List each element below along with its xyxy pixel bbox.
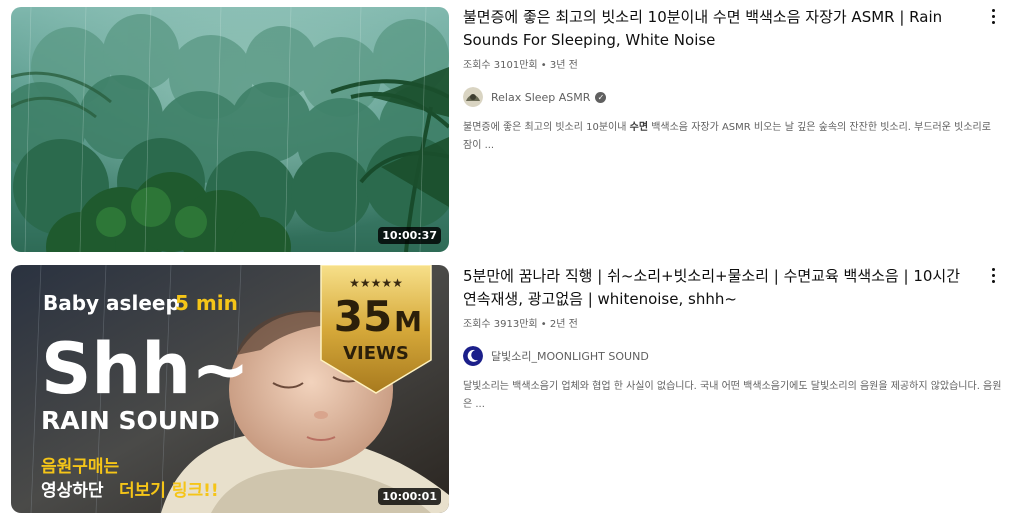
baby-rain-thumbnail-image: ★★★★★ 35 M VIEWS Baby asleep 5 min Shh~ … (11, 265, 449, 513)
thumbnail-top-accent: 5 min (175, 291, 238, 315)
thumbnail-footer-line1: 음원구매는 (41, 457, 120, 477)
thumbnail-top-text: Baby asleep (43, 291, 180, 315)
video-description-2: 달빛소리는 백색소음기 업체와 협업 한 사실이 없습니다. 국내 어떤 백색소… (463, 381, 1002, 410)
thumbnail-footer-line2b: 더보기 링크!! (119, 481, 219, 501)
thumbnail-big-text: Shh~ (41, 328, 250, 410)
video-description-1: 불면증에 좋은 최고의 빗소리 10분이내 수면 백색소음 자장가 ASMR 비… (463, 119, 1003, 155)
more-actions-icon[interactable] (985, 265, 1001, 285)
video-duration-badge: 10:00:01 (378, 488, 441, 505)
video-info-2: 5분만에 꿈나라 직행 | 쉬~소리+빗소리+물소리 | 수면교육 백색소음 |… (463, 265, 1001, 414)
channel-link-1[interactable]: Relax Sleep ASMR ✓ (463, 87, 973, 107)
forest-rain-thumbnail-image (11, 7, 449, 252)
badge-number: 35 (334, 292, 392, 341)
badge-unit: M (394, 305, 422, 338)
video-duration-badge: 10:00:37 (378, 227, 441, 244)
channel-link-2[interactable]: 달빛소리_MOONLIGHT SOUND (463, 346, 973, 366)
video-meta-1: 조회수 3101만회 • 3년 전 (463, 60, 578, 71)
verified-check-icon: ✓ (595, 91, 607, 103)
channel-avatar[interactable] (463, 87, 483, 107)
video-title-2[interactable]: 5분만에 꿈나라 직행 | 쉬~소리+빗소리+물소리 | 수면교육 백색소음 |… (463, 265, 973, 311)
video-thumbnail-2[interactable]: ★★★★★ 35 M VIEWS Baby asleep 5 min Shh~ … (11, 265, 449, 513)
thumbnail-footer-line2a: 영상하단 (41, 481, 104, 501)
video-thumbnail-1[interactable]: 10:00:37 (11, 7, 449, 252)
badge-views: VIEWS (343, 343, 409, 364)
channel-avatar[interactable] (463, 346, 483, 366)
channel-name-2[interactable]: 달빛소리_MOONLIGHT SOUND (491, 348, 649, 364)
description-text: 불면증에 좋은 최고의 빗소리 10분이내 (463, 122, 630, 133)
description-highlight: 수면 (629, 122, 649, 133)
video-result-1: 10:00:37 불면증에 좋은 최고의 빗소리 10분이내 수면 백색소음 자… (0, 0, 1024, 256)
video-info-1: 불면증에 좋은 최고의 빗소리 10분이내 수면 백색소음 자장가 ASMR |… (463, 6, 991, 155)
more-actions-icon[interactable] (985, 6, 1001, 26)
channel-name-1[interactable]: Relax Sleep ASMR (491, 91, 590, 104)
thumbnail-sub-text: RAIN SOUND (41, 406, 220, 435)
video-result-2: ★★★★★ 35 M VIEWS Baby asleep 5 min Shh~ … (0, 262, 1024, 519)
video-meta-2: 조회수 3913만회 • 2년 전 (463, 319, 578, 330)
video-title-1[interactable]: 불면증에 좋은 최고의 빗소리 10분이내 수면 백색소음 자장가 ASMR |… (463, 6, 973, 52)
badge-stars: ★★★★★ (349, 276, 403, 290)
